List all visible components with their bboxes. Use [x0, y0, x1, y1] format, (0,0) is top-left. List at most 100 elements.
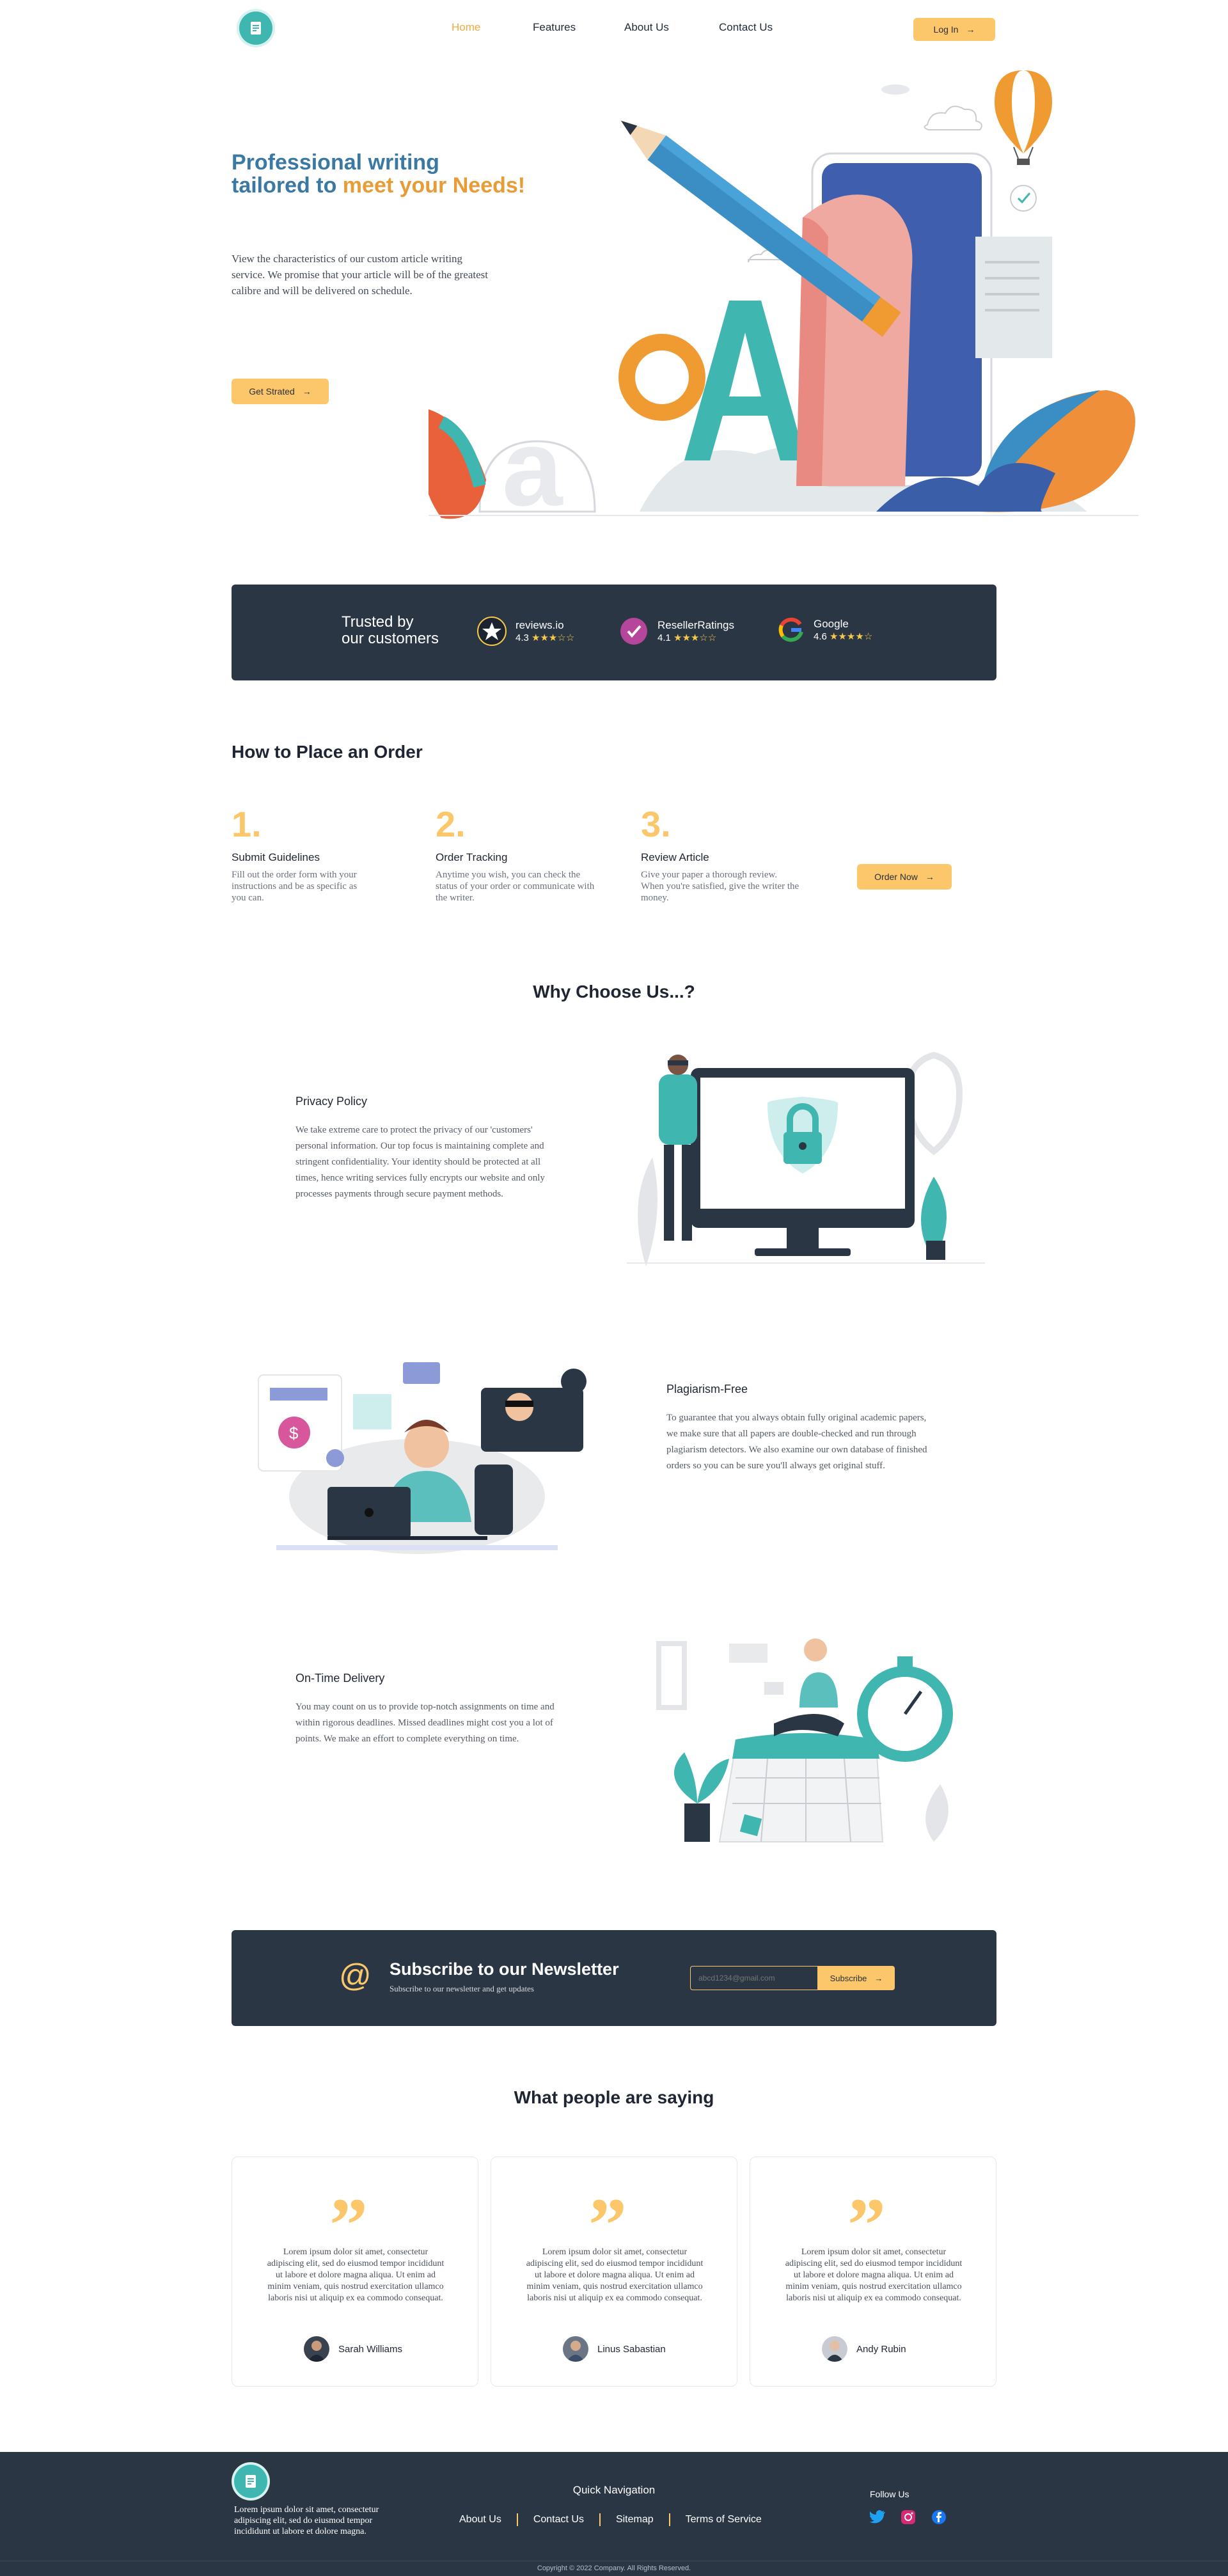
balloon-icon [995, 70, 1052, 165]
rating-stars: ★★★☆☆ [673, 632, 717, 643]
divider [668, 2513, 670, 2526]
rating-google[interactable]: Google 4.6 ★★★★☆ [778, 617, 872, 643]
nav-home[interactable]: Home [452, 21, 480, 34]
testimonial-card: ” Lorem ipsum dolor sit amet, consectetu… [232, 2156, 478, 2387]
facebook-icon[interactable] [931, 2509, 947, 2525]
login-button[interactable]: Log In → [913, 18, 995, 41]
delivery-illustration [656, 1638, 953, 1842]
arrow-right-icon: → [925, 872, 934, 882]
rating-stars: ★★★☆☆ [531, 632, 575, 643]
testimonial-text: Lorem ipsum dolor sit amet, consectetur … [785, 2247, 963, 2303]
nav-contact-us[interactable]: Contact Us [719, 21, 773, 34]
newsletter-section: @ Subscribe to our Newsletter Subscribe … [232, 1930, 996, 2026]
step-text: Fill out the order form with your instru… [232, 870, 358, 903]
person-avatar-icon [308, 2341, 326, 2362]
feature-privacy: Privacy Policy We take extreme care to p… [295, 1095, 564, 1202]
trust-bar: Trusted by our customers reviews.io 4.3 … [232, 585, 996, 680]
privacy-illustration [627, 1051, 985, 1266]
rating-score: 4.3 [516, 632, 529, 643]
avatar [304, 2336, 329, 2362]
footer-link-terms[interactable]: Terms of Service [686, 2514, 762, 2525]
arrow-right-icon: → [874, 1973, 883, 1983]
rating-name: ResellerRatings [657, 619, 734, 631]
rating-score: 4.6 [814, 631, 827, 642]
email-input[interactable] [690, 1966, 818, 1990]
order-step: 3. Review Article Give your paper a thor… [641, 803, 801, 904]
feature-text: You may count on us to provide top-notch… [295, 1702, 555, 1744]
hero-title-line2a: tailored to [232, 173, 343, 198]
author-name: Andy Rubin [856, 2343, 906, 2355]
instagram-icon[interactable] [901, 2509, 916, 2525]
avatar [563, 2336, 588, 2362]
order-now-label: Order Now [874, 872, 918, 882]
step-text: Give your paper a thorough review. When … [641, 870, 799, 903]
copyright: Copyright © 2022 Company. All Rights Res… [537, 2564, 691, 2572]
feature-title: Privacy Policy [295, 1095, 368, 1108]
trust-heading-line2: our customers [342, 630, 439, 647]
footer-link-sitemap[interactable]: Sitemap [616, 2514, 654, 2525]
arrow-right-icon: → [966, 24, 975, 35]
nav-about-us[interactable]: About Us [624, 21, 669, 34]
testimonial-card: ” Lorem ipsum dolor sit amet, consectetu… [750, 2156, 996, 2387]
feature-text: We take extreme care to protect the priv… [295, 1125, 545, 1199]
why-heading: Why Choose Us...? [533, 982, 695, 1001]
rating-stars: ★★★★☆ [830, 631, 873, 642]
check-badge-icon [620, 618, 647, 645]
social-links [870, 2509, 947, 2525]
logo[interactable] [239, 12, 272, 45]
testimonial-text: Lorem ipsum dolor sit amet, consectetur … [526, 2247, 704, 2303]
author-name: Sarah Williams [338, 2343, 403, 2355]
step-number: 2. [436, 804, 466, 844]
order-step: 2. Order Tracking Anytime you wish, you … [436, 803, 595, 904]
feature-plagiarism: Plagiarism-Free To guarantee that you al… [666, 1383, 935, 1474]
hero-illustration: a [429, 70, 1138, 524]
document-logo-icon [251, 22, 261, 35]
person-avatar-icon [826, 2341, 844, 2362]
feature-title: Plagiarism-Free [666, 1383, 748, 1395]
testimonials-heading: What people are saying [514, 2087, 714, 2107]
testimonial-author: Linus Sabastian [563, 2336, 666, 2362]
login-label: Log In [933, 24, 959, 35]
feature-title: On-Time Delivery [295, 1672, 385, 1685]
get-started-label: Get Strated [249, 386, 295, 397]
subscribe-label: Subscribe [830, 1973, 867, 1983]
trust-heading-line1: Trusted by [342, 613, 414, 631]
testimonial-author: Andy Rubin [822, 2336, 906, 2362]
rating-reviewsio[interactable]: reviews.io 4.3 ★★★☆☆ [477, 617, 574, 646]
divider [516, 2513, 518, 2526]
newsletter-title: Subscribe to our Newsletter [390, 1959, 619, 1979]
rating-name: reviews.io [516, 619, 564, 631]
feature-delivery: On-Time Delivery You may count on us to … [295, 1672, 564, 1747]
subscribe-button[interactable]: Subscribe → [818, 1966, 895, 1990]
step-title: Submit Guidelines [232, 851, 320, 863]
testimonial-text: Lorem ipsum dolor sit amet, consectetur … [267, 2247, 445, 2303]
footer: Lorem ipsum dolor sit amet, consectetur … [0, 2452, 1228, 2576]
star-badge-icon [477, 617, 507, 646]
order-heading: How to Place an Order [232, 742, 423, 762]
divider [599, 2513, 601, 2526]
author-name: Linus Sabastian [597, 2343, 666, 2355]
order-now-button[interactable]: Order Now → [857, 864, 952, 890]
newsletter-subtitle: Subscribe to our newsletter and get upda… [390, 1984, 534, 1993]
trust-heading: Trusted by our customers [342, 614, 439, 647]
get-started-button[interactable]: Get Strated → [232, 379, 329, 404]
step-title: Review Article [641, 851, 709, 863]
nav-features[interactable]: Features [533, 21, 576, 34]
step-number: 3. [641, 804, 671, 844]
google-icon [778, 617, 803, 642]
step-text: Anytime you wish, you can check the stat… [436, 870, 595, 903]
at-sign-icon: @ [339, 1958, 372, 1993]
footer-nav: About Us Contact Us Sitemap Terms of Ser… [459, 2513, 762, 2526]
avatar [822, 2336, 847, 2362]
rating-resellerratings[interactable]: ResellerRatings 4.1 ★★★☆☆ [619, 617, 734, 646]
feature-text: To guarantee that you always obtain full… [666, 1413, 927, 1471]
step-number: 1. [232, 804, 262, 844]
footer-link-contact[interactable]: Contact Us [533, 2514, 584, 2525]
plagiarism-illustration: $ [258, 1362, 586, 1554]
footer-link-about[interactable]: About Us [459, 2514, 501, 2525]
rating-score: 4.1 [657, 632, 671, 643]
twitter-icon[interactable] [870, 2510, 885, 2524]
follow-title: Follow Us [870, 2489, 909, 2499]
arrow-right-icon: → [302, 386, 311, 397]
footer-about: Lorem ipsum dolor sit amet, consectetur … [234, 2505, 379, 2536]
